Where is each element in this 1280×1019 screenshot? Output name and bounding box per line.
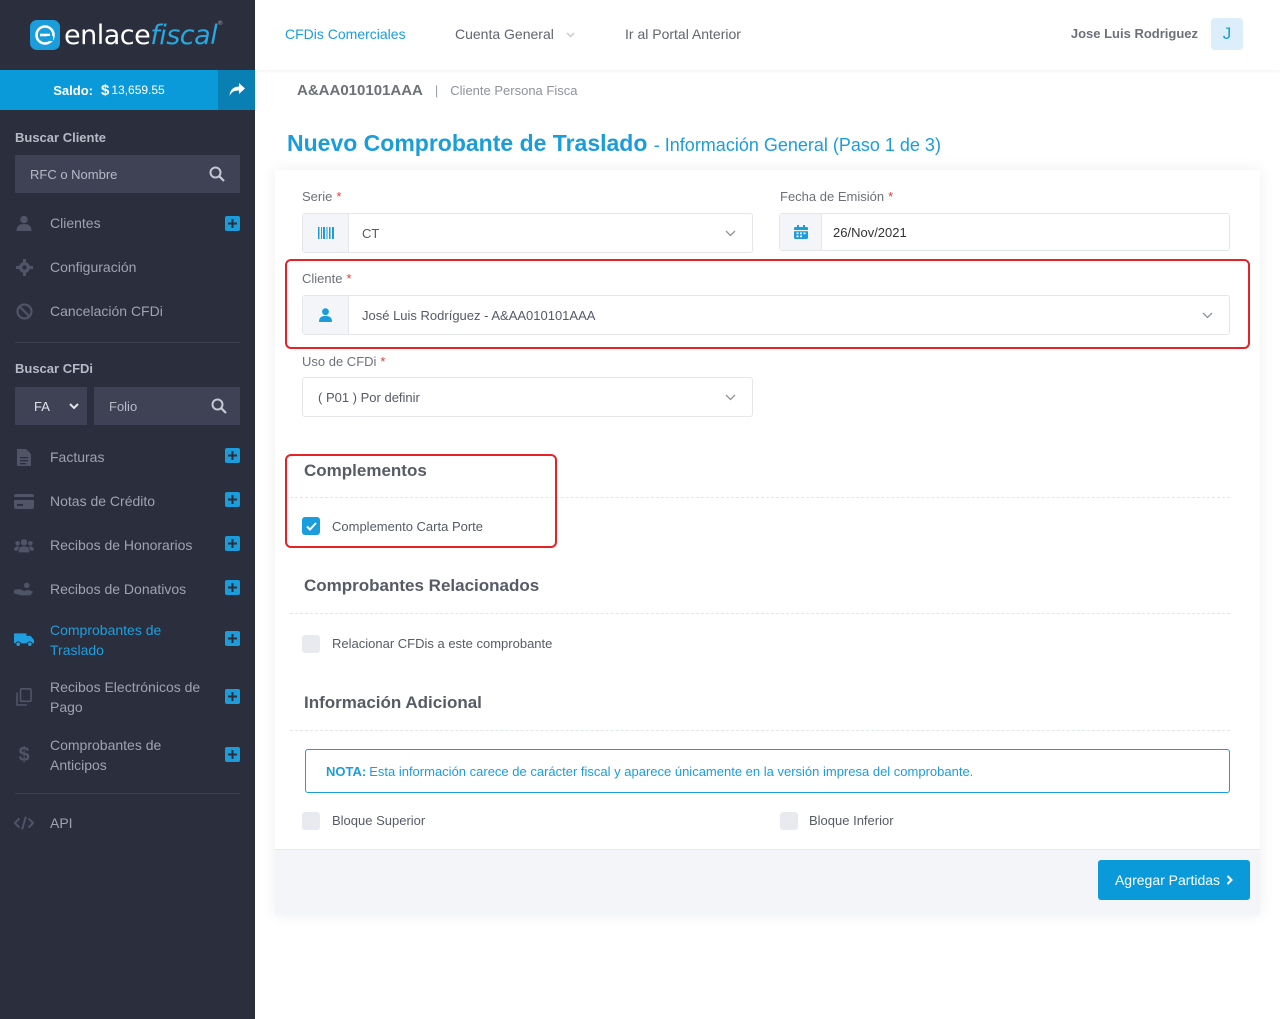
sidebar-divider [15, 793, 240, 794]
add-recibo-pago-button[interactable] [225, 689, 240, 704]
copy-icon [14, 687, 34, 707]
uso-cfdi-value: ( P01 ) Por definir [318, 389, 420, 405]
truck-icon [14, 630, 34, 650]
folio-search-input[interactable]: Folio [94, 387, 240, 425]
saldo-value: 13,659.55 [111, 83, 165, 97]
barcode-icon [303, 214, 349, 252]
nota-label: NOTA: [326, 763, 367, 779]
cliente-highlight-box [285, 259, 1250, 349]
buscar-cliente-title: Buscar Cliente [15, 130, 107, 145]
agregar-partidas-button[interactable]: Agregar Partidas [1098, 860, 1250, 900]
page-subtitle: - Información General (Paso 1 de 3) [653, 135, 941, 155]
saldo-currency: $ [101, 81, 110, 99]
bloque-inferior-checkbox[interactable] [780, 812, 798, 830]
buscar-cfdi-title: Buscar CFDi [15, 361, 94, 376]
add-factura-button[interactable] [225, 448, 240, 463]
saldo-bar: Saldo: $ 13,659.55 [0, 70, 255, 110]
bloque-superior-checkbox[interactable] [302, 812, 320, 830]
sidebar-item-traslado[interactable]: Comprobantes de Traslado [0, 620, 255, 660]
file-icon [14, 447, 34, 467]
saldo-share-button[interactable] [218, 70, 255, 110]
sidebar-item-clientes[interactable]: Clientes [0, 213, 255, 233]
adicional-title: Información Adicional [304, 693, 482, 712]
sidebar-item-anticipos[interactable]: $ Comprobantes de Anticipos [0, 735, 255, 775]
add-donativo-button[interactable] [225, 580, 240, 595]
share-arrow-icon [229, 83, 245, 96]
breadcrumb: A&AA010101AAA | Cliente Persona Fisca [297, 82, 577, 99]
client-search-input[interactable]: RFC o Nombre [15, 155, 240, 193]
logo-mark-icon [30, 20, 60, 50]
nav-portal-anterior[interactable]: Ir al Portal Anterior [625, 26, 741, 42]
chevron-down-icon [720, 230, 740, 237]
section-divider [290, 730, 1230, 731]
section-divider [290, 613, 1230, 614]
sidebar-item-cancelacion[interactable]: Cancelación CFDi [0, 301, 255, 321]
sidebar-item-api[interactable]: API [0, 813, 255, 833]
saldo-label: Saldo: [53, 82, 93, 98]
chevron-right-icon [1226, 875, 1233, 885]
user-name[interactable]: Jose Luis Rodriguez [1071, 26, 1198, 41]
logo-text: enlacefiscal® [64, 19, 223, 51]
nota-info-box: NOTA: Esta información carece de carácte… [305, 749, 1230, 793]
avatar[interactable]: J [1211, 18, 1243, 50]
dollar-icon: $ [18, 743, 30, 766]
gear-icon [14, 257, 34, 277]
nav-cfdis-comerciales[interactable]: CFDis Comerciales [285, 26, 406, 42]
add-cliente-button[interactable] [225, 216, 240, 231]
search-icon[interactable] [211, 398, 227, 414]
sidebar-divider [15, 342, 240, 343]
serie-select[interactable]: CT [302, 213, 753, 253]
add-honorario-button[interactable] [225, 536, 240, 551]
add-anticipo-button[interactable] [225, 747, 240, 762]
bloque-superior-label[interactable]: Bloque Superior [332, 813, 425, 828]
sidebar-item-facturas[interactable]: Facturas [0, 447, 255, 467]
sidebar: enlacefiscal® Saldo: $ 13,659.55 Buscar … [0, 0, 255, 1019]
relacionar-cfdis-checkbox[interactable] [302, 635, 320, 653]
sidebar-item-configuracion[interactable]: Configuración [0, 257, 255, 277]
users-icon [14, 535, 34, 555]
chevron-down-icon [720, 394, 740, 401]
bloque-inferior-label[interactable]: Bloque Inferior [809, 813, 894, 828]
fecha-label: Fecha de Emisión * [780, 189, 894, 204]
relacionar-cfdis-label[interactable]: Relacionar CFDis a este comprobante [332, 636, 552, 651]
add-nota-credito-button[interactable] [225, 492, 240, 507]
breadcrumb-separator: | [434, 83, 439, 98]
chevron-down-icon [566, 32, 575, 38]
nav-cuenta-general[interactable]: Cuenta General [455, 26, 575, 42]
sidebar-item-honorarios[interactable]: Recibos de Honorarios [0, 535, 255, 555]
cfdi-type-select[interactable]: FA [15, 387, 87, 425]
serie-value: CT [362, 225, 380, 241]
logo[interactable]: enlacefiscal® [0, 0, 255, 70]
sidebar-item-donativos[interactable]: Recibos de Donativos [0, 579, 255, 599]
nota-text: Esta información carece de carácter fisc… [369, 763, 974, 779]
sidebar-item-recibos-pago[interactable]: Recibos Electrónicos de Pago [0, 677, 255, 717]
credit-card-icon [14, 491, 34, 511]
complementos-highlight-box [285, 454, 557, 548]
client-type: Cliente Persona Fisca [450, 83, 578, 98]
code-icon [14, 813, 34, 833]
calendar-icon [780, 214, 822, 250]
uso-cfdi-select[interactable]: ( P01 ) Por definir [302, 377, 753, 417]
chevron-down-icon [69, 402, 79, 409]
fecha-value: 26/Nov/2021 [833, 224, 907, 240]
ban-icon [14, 301, 34, 321]
fecha-input[interactable]: 26/Nov/2021 [779, 213, 1230, 251]
user-icon [14, 213, 34, 233]
client-rfc: A&AA010101AAA [297, 82, 423, 99]
relacionados-title: Comprobantes Relacionados [304, 576, 540, 595]
serie-label: Serie * [302, 189, 342, 204]
donation-icon [14, 579, 34, 599]
page-title: Nuevo Comprobante de Traslado - Informac… [287, 130, 941, 156]
sidebar-item-notas-credito[interactable]: Notas de Crédito [0, 491, 255, 511]
add-traslado-button[interactable] [225, 631, 240, 646]
top-navbar: CFDis Comerciales Cuenta General Ir al P… [255, 0, 1280, 70]
search-icon[interactable] [209, 166, 225, 182]
uso-cfdi-label: Uso de CFDi * [302, 354, 386, 369]
